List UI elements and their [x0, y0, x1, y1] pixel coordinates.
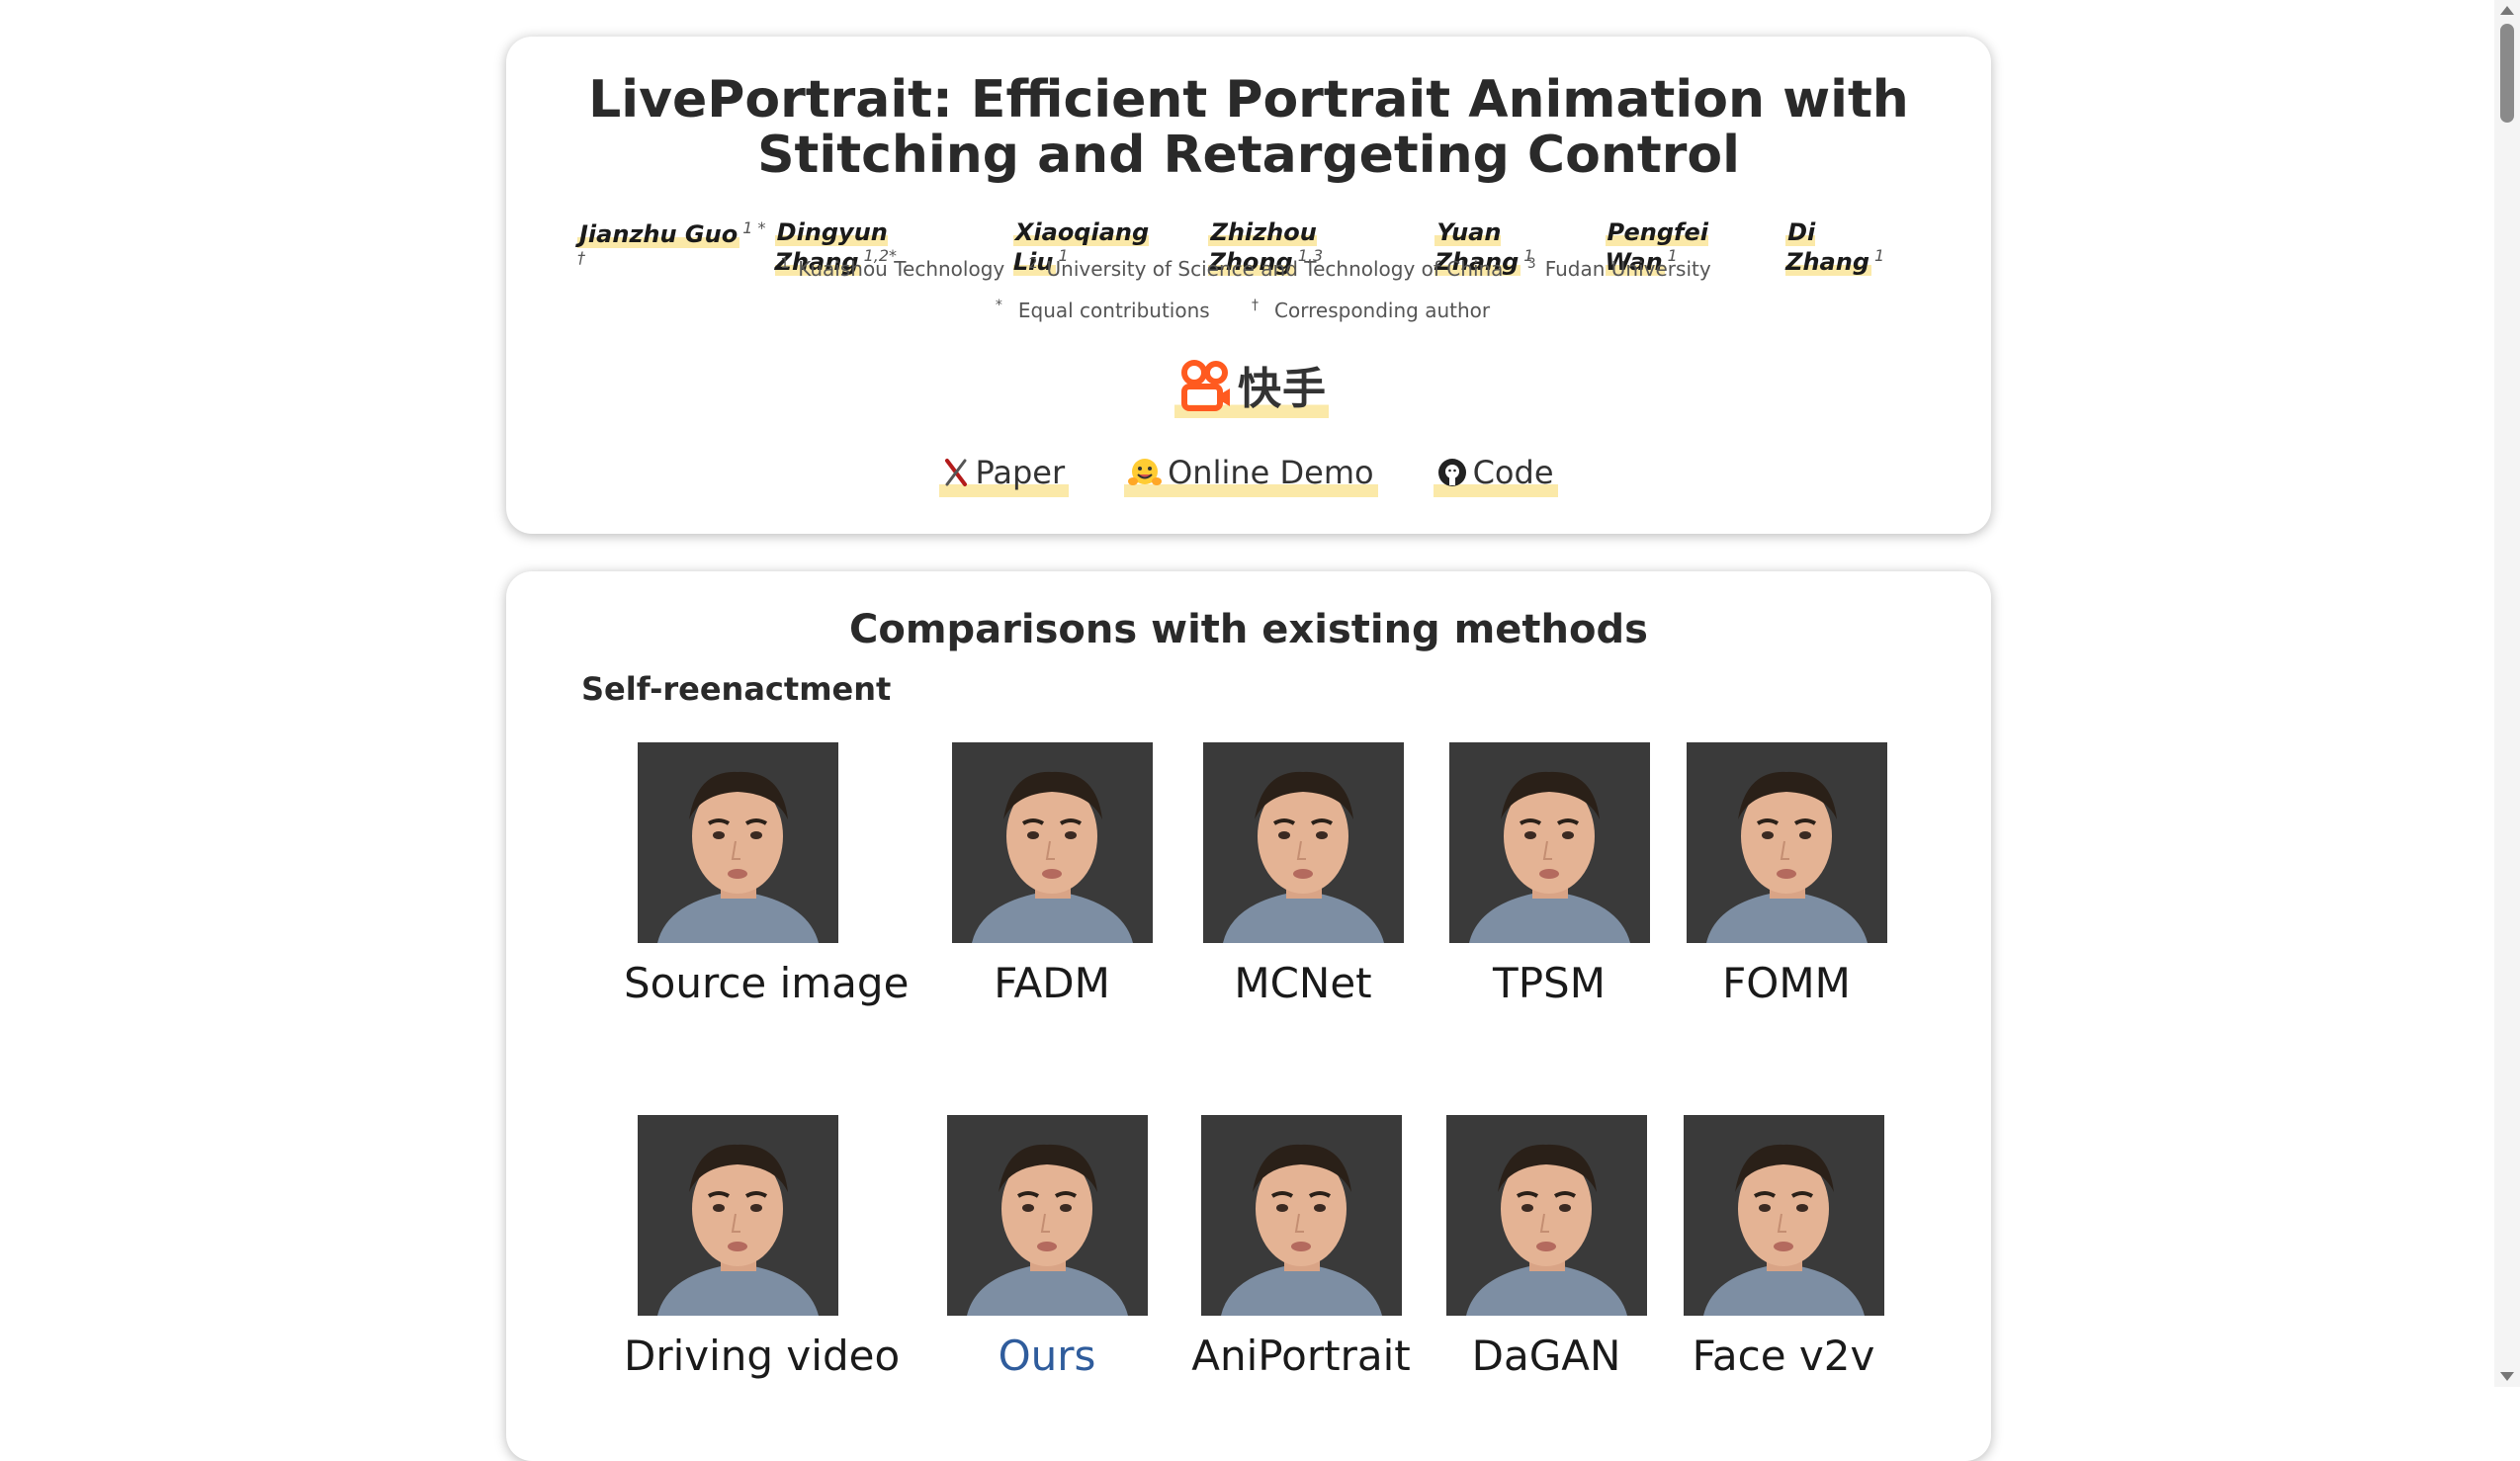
online-demo-link[interactable]: Online Demo: [1124, 454, 1378, 497]
video-caption: Face v2v: [1692, 1332, 1875, 1380]
video-caption: FOMM: [1722, 959, 1851, 1007]
portrait-face-icon: [1448, 742, 1650, 943]
portrait-video[interactable]: [1445, 1115, 1647, 1316]
arxiv-icon: [945, 459, 968, 486]
kuaishou-logo-icon: [1181, 360, 1230, 411]
comparisons-card: Comparisons with existing methods Self-r…: [506, 571, 1991, 1461]
video-cell[interactable]: FADM: [938, 742, 1166, 1007]
portrait-video[interactable]: [1202, 742, 1404, 943]
portrait-video[interactable]: [1686, 742, 1887, 943]
portrait-face-icon: [1686, 742, 1887, 943]
video-caption: Source image: [624, 959, 910, 1007]
video-cell[interactable]: TPSM: [1435, 742, 1663, 1007]
video-cell[interactable]: Driving video: [624, 1115, 901, 1380]
affiliation-item: 3 Fudan University: [1526, 256, 1711, 281]
affiliations: 1 Kuaishou Technology 2 University of Scie…: [506, 256, 1991, 281]
portrait-face-icon: [946, 1115, 1148, 1316]
video-caption: TPSM: [1493, 959, 1606, 1007]
video-cell[interactable]: FOMM: [1673, 742, 1900, 1007]
author-notes: * Equal contributions † Corresponding auth…: [506, 298, 1991, 322]
note-corresponding: † Corresponding author: [1252, 298, 1491, 322]
portrait-face-icon: [951, 742, 1153, 943]
code-link[interactable]: Code: [1433, 454, 1558, 497]
note-equal: * Equal contributions: [995, 298, 1210, 322]
affiliation-item: 1 Kuaishou Technology: [780, 256, 1005, 281]
portrait-face-icon: [1202, 742, 1404, 943]
video-caption: Driving video: [624, 1332, 901, 1380]
portrait-video[interactable]: [1200, 1115, 1402, 1316]
portrait-face-icon: [1445, 1115, 1647, 1316]
logo-text: 快手: [1238, 364, 1327, 414]
video-caption: DaGAN: [1471, 1332, 1621, 1380]
portrait-video[interactable]: [946, 1115, 1148, 1316]
video-cell[interactable]: DaGAN: [1433, 1115, 1660, 1380]
portrait-video[interactable]: [1448, 742, 1650, 943]
portrait-video[interactable]: [1683, 1115, 1884, 1316]
video-cell[interactable]: Face v2v: [1670, 1115, 1897, 1380]
video-cell[interactable]: Source image: [624, 742, 910, 1007]
page-title: LivePortrait: Efficient Portrait Animati…: [588, 70, 1909, 185]
scroll-up-arrow[interactable]: [2500, 6, 2514, 15]
portrait-face-icon: [637, 742, 838, 943]
portrait-face-icon: [1200, 1115, 1402, 1316]
author-list: Jianzhu Guo 1 * † Dingyun Zhang 1,2* Xiaoq…: [577, 207, 1920, 276]
portrait-video[interactable]: [951, 742, 1153, 943]
header-card: LivePortrait: Efficient Portrait Animati…: [506, 37, 1991, 534]
link-bar: Paper Online Demo Code: [506, 454, 1991, 497]
kuaishou-logo[interactable]: 快手: [1174, 357, 1329, 418]
subsection-title: Self-reenactment: [581, 670, 892, 708]
section-title: Comparisons with existing methods: [849, 607, 1648, 652]
huggingface-icon: [1128, 459, 1163, 485]
github-icon: [1437, 459, 1466, 486]
portrait-face-icon: [637, 1115, 838, 1316]
portrait-face-icon: [1683, 1115, 1884, 1316]
paper-link[interactable]: Paper: [939, 454, 1070, 497]
scrollbar-thumb[interactable]: [2500, 24, 2514, 123]
video-cell[interactable]: MCNet: [1189, 742, 1417, 1007]
portrait-video[interactable]: [637, 1115, 838, 1316]
video-caption: AniPortrait: [1191, 1332, 1411, 1380]
video-caption: FADM: [994, 959, 1110, 1007]
scroll-down-arrow[interactable]: [2500, 1372, 2514, 1381]
video-cell[interactable]: AniPortrait: [1187, 1115, 1415, 1380]
affiliation-item: 2 University of Science and Technology of…: [1028, 256, 1504, 281]
video-caption-ours: Ours: [998, 1332, 1096, 1380]
video-cell[interactable]: Ours: [933, 1115, 1161, 1380]
portrait-video[interactable]: [637, 742, 838, 943]
scrollbar[interactable]: [2494, 0, 2520, 1387]
video-caption: MCNet: [1234, 959, 1372, 1007]
